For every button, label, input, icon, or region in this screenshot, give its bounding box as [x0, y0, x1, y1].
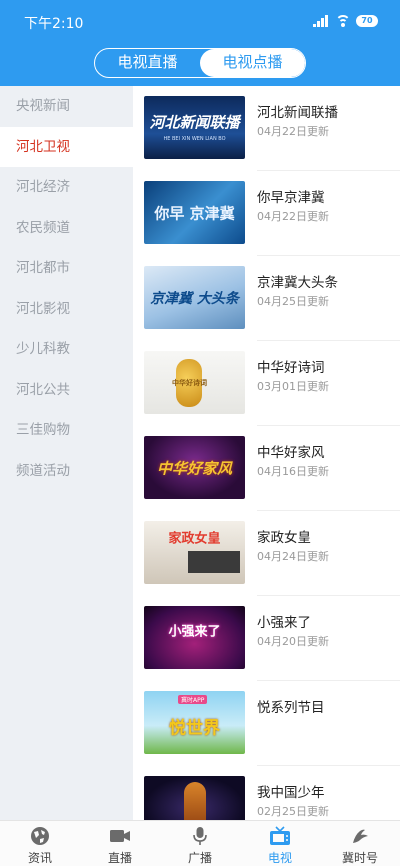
- program-row[interactable]: 中华好诗词 中华好诗词 03月01日更新: [133, 341, 400, 426]
- program-thumbnail: 家政女皇: [144, 521, 245, 584]
- program-title: 家政女皇: [257, 530, 311, 546]
- sidebar-item-hebei-public[interactable]: 河北公共: [0, 370, 133, 411]
- program-thumbnail: [144, 776, 245, 820]
- program-thumbnail: 你早 京津冀: [144, 181, 245, 244]
- program-thumbnail: 河北新闻联播 HE BEI XIN WEN LIAN BO: [144, 96, 245, 159]
- status-icons: 70: [313, 13, 378, 29]
- program-update-date: 03月01日更新: [257, 380, 329, 393]
- program-row[interactable]: 河北新闻联播 HE BEI XIN WEN LIAN BO 河北新闻联播 04月…: [133, 86, 400, 171]
- program-row[interactable]: 家政女皇 家政女皇 04月24日更新: [133, 511, 400, 596]
- status-bar: 下午2:10 70: [0, 0, 400, 42]
- program-thumbnail: 冀时APP 悦世界: [144, 691, 245, 754]
- video-camera-icon: [110, 830, 130, 842]
- app-header: 下午2:10 70 电视直播 电视点播: [0, 0, 400, 86]
- program-update-date: 04月16日更新: [257, 465, 329, 478]
- program-title: 中华好诗词: [257, 360, 325, 376]
- tab-tv-live[interactable]: 电视直播: [95, 49, 200, 77]
- program-row[interactable]: 你早 京津冀 你早京津冀 04月22日更新: [133, 171, 400, 256]
- program-title: 你早京津冀: [257, 190, 325, 206]
- ji-logo-icon: [353, 829, 368, 843]
- program-title: 悦系列节目: [257, 700, 325, 716]
- tab-tv-vod[interactable]: 电视点播: [200, 49, 305, 77]
- sidebar-item-cctv-news[interactable]: 央视新闻: [0, 86, 133, 127]
- tab-jishihao[interactable]: 冀时号: [320, 821, 400, 866]
- signal-icon: [313, 15, 329, 27]
- tab-label: 直播: [107, 851, 132, 865]
- tab-label: 资讯: [27, 851, 52, 865]
- globe-icon: [31, 827, 49, 845]
- tab-tv[interactable]: 电视: [240, 821, 320, 866]
- program-thumbnail: 中华好诗词: [144, 351, 245, 414]
- microphone-icon: [193, 827, 207, 845]
- sidebar-item-farmer-channel[interactable]: 农民频道: [0, 208, 133, 249]
- live-vod-segment: 电视直播 电视点播: [94, 48, 306, 78]
- program-row[interactable]: 中华好家风 中华好家风 04月16日更新: [133, 426, 400, 511]
- sidebar-item-hebei-economy[interactable]: 河北经济: [0, 167, 133, 208]
- program-update-date: 04月25日更新: [257, 295, 329, 308]
- wifi-icon: [335, 15, 350, 27]
- program-title: 河北新闻联播: [257, 105, 338, 121]
- sidebar-item-channel-events[interactable]: 频道活动: [0, 451, 133, 492]
- program-thumbnail: 中华好家风: [144, 436, 245, 499]
- program-row[interactable]: 京津冀 大头条 京津冀大头条 04月25日更新: [133, 256, 400, 341]
- status-time: 下午2:10: [24, 16, 84, 32]
- program-update-date: 04月22日更新: [257, 125, 329, 138]
- sidebar-item-hebei-urban[interactable]: 河北都市: [0, 248, 133, 289]
- sidebar-item-hebei-tv[interactable]: 河北卫视: [0, 126, 133, 167]
- tab-radio[interactable]: 广播: [160, 821, 240, 866]
- program-list: 河北新闻联播 HE BEI XIN WEN LIAN BO 河北新闻联播 04月…: [133, 86, 400, 820]
- program-title: 小强来了: [257, 615, 311, 631]
- program-update-date: 04月24日更新: [257, 550, 329, 563]
- program-update-date: 04月22日更新: [257, 210, 329, 223]
- sidebar-item-hebei-film[interactable]: 河北影视: [0, 289, 133, 330]
- program-row[interactable]: 小强来了 小强来了 04月20日更新: [133, 596, 400, 681]
- program-title: 中华好家风: [257, 445, 325, 461]
- sidebar-item-sanjia-shopping[interactable]: 三佳购物: [0, 410, 133, 451]
- program-thumbnail: 小强来了: [144, 606, 245, 669]
- bottom-tab-bar: 资讯 直播 广播 电视 冀时号: [0, 820, 400, 866]
- tab-label: 冀时号: [341, 851, 378, 865]
- program-title: 我中国少年: [257, 785, 325, 801]
- program-title: 京津冀大头条: [257, 275, 338, 291]
- tv-icon: [270, 826, 290, 845]
- program-thumbnail: 京津冀 大头条: [144, 266, 245, 329]
- program-row[interactable]: 我中国少年 02月25日更新: [133, 766, 400, 820]
- program-update-date: 04月20日更新: [257, 635, 329, 648]
- channel-sidebar: 央视新闻 河北卫视 河北经济 农民频道 河北都市 河北影视 少儿科教 河北公共 …: [0, 86, 133, 820]
- tab-label: 广播: [187, 851, 212, 865]
- tab-live[interactable]: 直播: [80, 821, 160, 866]
- program-update-date: 02月25日更新: [257, 805, 329, 818]
- sidebar-item-kids-science[interactable]: 少儿科教: [0, 329, 133, 370]
- tab-label: 电视: [267, 851, 292, 865]
- program-row[interactable]: 冀时APP 悦世界 悦系列节目: [133, 681, 400, 766]
- battery-icon: 70: [356, 15, 378, 27]
- tab-news[interactable]: 资讯: [0, 821, 80, 866]
